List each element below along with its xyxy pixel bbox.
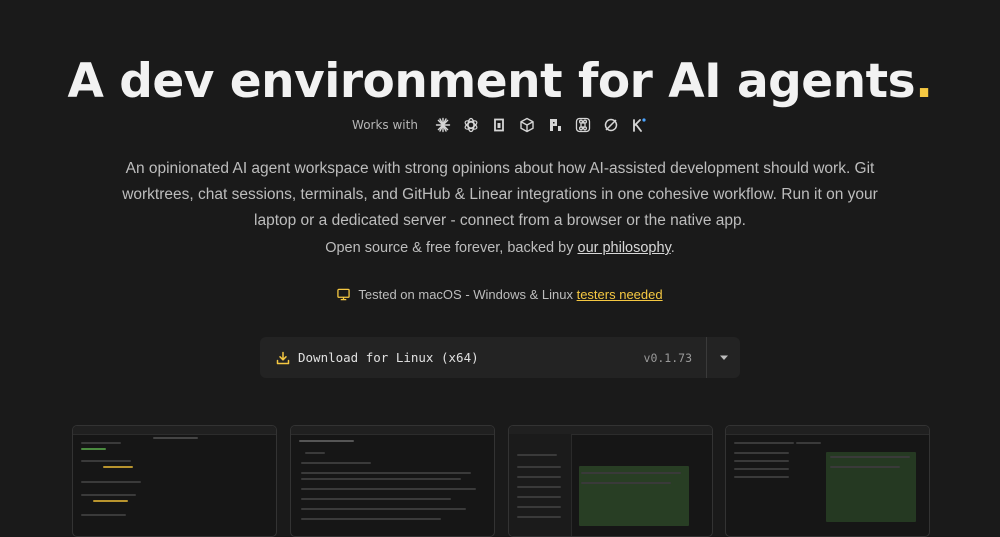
- works-with-label: Works with: [352, 118, 418, 132]
- claude-icon: [434, 116, 452, 134]
- hero-title-dot: .: [915, 54, 933, 109]
- download-icon: [276, 351, 290, 365]
- screenshot-thumbnail[interactable]: [290, 425, 495, 537]
- chevron-down-icon: [719, 355, 728, 360]
- command-icon: [574, 116, 592, 134]
- opencode-icon: [490, 116, 508, 134]
- screenshot-thumbnail[interactable]: [72, 425, 277, 537]
- kilo-icon: [630, 116, 648, 134]
- monitor-icon: [337, 288, 351, 301]
- open-source-line: Open source & free forever, backed by ou…: [0, 240, 1000, 256]
- screenshot-thumbnail[interactable]: [725, 425, 930, 537]
- cube-icon: [518, 116, 536, 134]
- hero-title: A dev environment for AI agents.: [0, 52, 1000, 112]
- download-options-toggle[interactable]: [707, 337, 740, 378]
- openai-icon: [462, 116, 480, 134]
- works-with-row: Works with: [0, 116, 1000, 134]
- open-source-suffix: .: [670, 240, 675, 256]
- hero-title-text: A dev environment for AI agents: [67, 54, 916, 109]
- testers-needed-link[interactable]: testers needed: [577, 287, 663, 302]
- pi-icon: [546, 116, 564, 134]
- open-source-prefix: Open source & free forever, backed by: [325, 240, 578, 256]
- cursor-icon: [602, 116, 620, 134]
- download-version: v0.1.73: [643, 350, 692, 365]
- tested-line: Tested on macOS - Windows & Linux tester…: [0, 287, 1000, 302]
- download-control: Download for Linux (x64) v0.1.73: [260, 337, 740, 378]
- screenshot-thumbnail[interactable]: [508, 425, 713, 537]
- download-button[interactable]: Download for Linux (x64) v0.1.73: [260, 337, 706, 378]
- description: An opinionated AI agent workspace with s…: [122, 160, 878, 229]
- download-label: Download for Linux (x64): [298, 350, 479, 365]
- tested-prefix: Tested on macOS - Windows & Linux: [358, 287, 577, 302]
- philosophy-link[interactable]: our philosophy: [578, 240, 671, 256]
- screenshot-gallery: [72, 425, 930, 537]
